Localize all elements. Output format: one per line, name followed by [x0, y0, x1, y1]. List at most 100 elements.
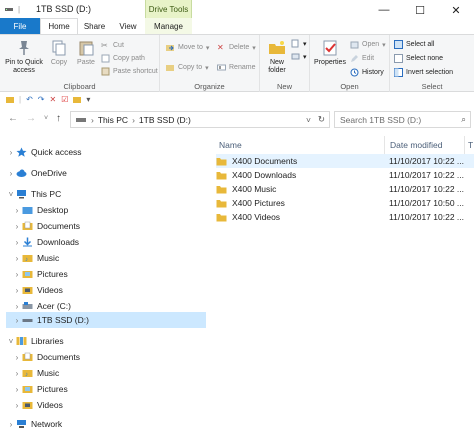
copy-to-button[interactable]: Copy to ▾	[166, 63, 209, 72]
pin-quick-access-button[interactable]: Pin to Quick access	[4, 39, 44, 75]
properties-button[interactable]: Properties	[312, 39, 348, 67]
window-title: 1TB SSD (D:)	[36, 4, 92, 14]
copy-path-button[interactable]: Copy path	[101, 54, 145, 63]
nav-lib-music[interactable]: › ♪ Music	[12, 365, 60, 381]
maximize-button[interactable]: ☐	[402, 0, 438, 20]
column-separator[interactable]	[464, 136, 465, 154]
nav-onedrive[interactable]: › OneDrive	[6, 165, 67, 181]
move-to-button[interactable]: Move to ▾	[166, 43, 209, 52]
nav-documents[interactable]: › Documents	[12, 218, 80, 234]
column-header-type[interactable]: T	[468, 136, 473, 154]
column-header-name[interactable]: Name	[219, 136, 242, 154]
expand-chevron-icon[interactable]: ›	[12, 238, 22, 247]
edit-label: Edit	[362, 55, 375, 62]
select-all-button[interactable]: Select all	[394, 40, 434, 49]
collapse-chevron-icon[interactable]: ˅	[6, 190, 16, 199]
nav-videos[interactable]: › Videos	[12, 282, 63, 298]
tab-view[interactable]: View	[111, 18, 145, 34]
forward-arrow-icon[interactable]: →	[26, 113, 36, 124]
back-arrow-icon[interactable]: ←	[8, 113, 18, 124]
nav-label: Music	[37, 253, 60, 263]
expand-chevron-icon[interactable]: ›	[12, 302, 22, 311]
tab-file[interactable]: File	[0, 18, 40, 34]
history-button[interactable]: History	[350, 68, 384, 77]
nav-label: Quick access	[31, 147, 82, 157]
nav-downloads[interactable]: › Downloads	[12, 234, 79, 250]
address-dropdown-icon[interactable]: ˅	[306, 115, 311, 125]
expand-chevron-icon[interactable]: ›	[12, 385, 22, 394]
new-folder-qat-icon[interactable]	[73, 95, 82, 103]
open-button[interactable]: Open ▾	[350, 40, 386, 49]
expand-chevron-icon[interactable]: ›	[12, 353, 22, 362]
recent-dropdown-icon[interactable]: ˅	[44, 115, 48, 122]
refresh-icon[interactable]: ↻	[318, 114, 325, 125]
expand-chevron-icon[interactable]: ›	[12, 206, 22, 215]
expand-chevron-icon[interactable]: ›	[12, 401, 22, 410]
paste-button[interactable]: Paste	[73, 39, 99, 67]
file-row[interactable]: X400 Videos 11/10/2017 10:22 ...	[216, 210, 474, 224]
nav-music[interactable]: › ♪ Music	[12, 250, 60, 266]
tab-share[interactable]: Share	[78, 18, 111, 34]
nav-1tb-ssd-d[interactable]: › 1TB SSD (D:)	[6, 312, 206, 328]
address-row: ← → ˅ ↑ › This PC › 1TB SSD (D:) ˅ ↻ Sea…	[0, 108, 474, 130]
nav-desktop[interactable]: › Desktop	[12, 202, 69, 218]
expand-chevron-icon[interactable]: ›	[6, 148, 16, 157]
folder-icon	[216, 185, 227, 193]
nav-network[interactable]: › Network	[6, 416, 63, 432]
tab-home[interactable]: Home	[40, 18, 78, 34]
expand-chevron-icon[interactable]: ›	[12, 316, 22, 325]
file-row[interactable]: X400 Downloads 11/10/2017 10:22 ...	[216, 168, 474, 182]
expand-chevron-icon[interactable]: ›	[12, 222, 22, 231]
breadcrumb-drive[interactable]: 1TB SSD (D:)	[139, 115, 191, 125]
minimize-button[interactable]: —	[366, 0, 402, 20]
search-input[interactable]: Search 1TB SSD (D:) ⌕	[334, 111, 471, 128]
delete-qat-icon[interactable]: ✕	[49, 95, 56, 104]
expand-chevron-icon[interactable]: ›	[6, 420, 16, 429]
close-button[interactable]: ✕	[438, 0, 474, 20]
nav-lib-videos[interactable]: › Videos	[12, 397, 63, 413]
undo-icon[interactable]: ↶	[26, 95, 33, 104]
select-none-button[interactable]: Select none	[394, 54, 443, 63]
column-header-date[interactable]: Date modified	[390, 136, 442, 154]
nav-this-pc[interactable]: ˅ This PC	[6, 186, 62, 202]
paste-shortcut-button[interactable]: Paste shortcut	[101, 67, 158, 76]
pictures-icon	[22, 271, 33, 278]
rename-button[interactable]: Rename	[217, 63, 255, 72]
collapse-chevron-icon[interactable]: ˅	[6, 337, 16, 346]
select-none-icon	[394, 54, 403, 63]
breadcrumb-this-pc[interactable]: This PC	[98, 115, 128, 125]
tab-manage[interactable]: Manage	[145, 18, 192, 34]
cut-button[interactable]: ✂ Cut	[101, 41, 124, 50]
folder-icon[interactable]	[6, 95, 14, 103]
qa-separator: |	[18, 4, 21, 14]
customize-qat-icon[interactable]: ▾	[86, 95, 90, 104]
file-row[interactable]: X400 Music 11/10/2017 10:22 ...	[216, 182, 474, 196]
delete-button[interactable]: ✕ Delete ▾	[217, 43, 256, 52]
nav-lib-documents[interactable]: › Documents	[12, 349, 80, 365]
redo-icon[interactable]: ↷	[38, 95, 45, 104]
nav-lib-pictures[interactable]: › Pictures	[12, 381, 68, 397]
file-row[interactable]: X400 Documents 11/10/2017 10:22 ...	[216, 154, 474, 168]
invert-selection-button[interactable]: Invert selection	[394, 68, 453, 77]
up-arrow-icon[interactable]: ↑	[56, 113, 61, 124]
new-folder-button[interactable]: New folder	[263, 39, 291, 75]
nav-quick-access[interactable]: › Quick access	[6, 144, 82, 160]
properties-qat-icon[interactable]: ☑	[61, 95, 68, 104]
select-all-label: Select all	[406, 41, 435, 48]
expand-chevron-icon[interactable]: ›	[12, 286, 22, 295]
delete-icon: ✕	[217, 43, 224, 52]
easy-access-button[interactable]: ▾	[291, 52, 307, 61]
file-row[interactable]: X400 Pictures 11/10/2017 10:50 ...	[216, 196, 474, 210]
copy-button[interactable]: Copy	[46, 39, 72, 67]
new-item-button[interactable]: ▾	[291, 39, 307, 48]
address-drive-icon	[76, 117, 86, 122]
column-separator[interactable]	[384, 136, 385, 154]
expand-chevron-icon[interactable]: ›	[6, 169, 16, 178]
edit-button[interactable]: Edit	[350, 54, 374, 63]
expand-chevron-icon[interactable]: ›	[12, 254, 22, 263]
address-bar[interactable]: › This PC › 1TB SSD (D:) ˅ ↻	[70, 111, 330, 128]
expand-chevron-icon[interactable]: ›	[12, 369, 22, 378]
expand-chevron-icon[interactable]: ›	[12, 270, 22, 279]
nav-pictures[interactable]: › Pictures	[12, 266, 68, 282]
nav-libraries[interactable]: ˅ Libraries	[6, 333, 64, 349]
